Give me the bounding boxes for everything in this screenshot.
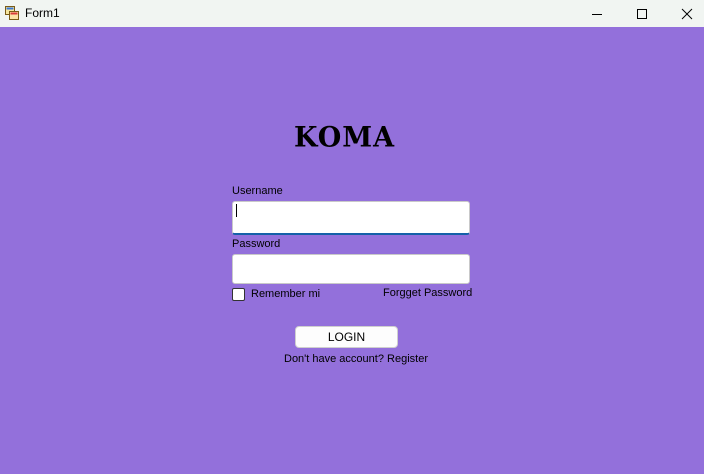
logo-title: KOMA: [294, 121, 396, 154]
register-row: Don't have account? Register: [284, 353, 428, 365]
text-caret: [236, 204, 237, 217]
register-prompt: Don't have account?: [284, 353, 384, 365]
form-app-icon: [5, 6, 19, 20]
maximize-button[interactable]: [619, 0, 665, 27]
main-window: Form1 KOMA Username Password Remember mi: [0, 0, 704, 474]
window-title: Form1: [25, 6, 60, 20]
username-label: Username: [232, 185, 283, 197]
form-content: KOMA Username Password Remember mi Forgg…: [0, 27, 704, 474]
login-button[interactable]: LOGIN: [295, 326, 398, 348]
close-icon: [681, 8, 693, 19]
forgot-password-link[interactable]: Forgget Password: [383, 287, 472, 299]
password-label: Password: [232, 238, 281, 250]
minimize-icon: [592, 13, 602, 15]
register-link[interactable]: Register: [387, 353, 428, 365]
remember-checkbox[interactable]: [232, 288, 245, 301]
close-button[interactable]: [664, 0, 704, 27]
maximize-icon: [637, 8, 647, 19]
password-input[interactable]: [232, 254, 470, 284]
minimize-button[interactable]: [574, 0, 620, 27]
remember-label[interactable]: Remember mi: [251, 288, 320, 300]
title-bar: Form1: [0, 0, 704, 27]
username-input[interactable]: [232, 201, 470, 235]
